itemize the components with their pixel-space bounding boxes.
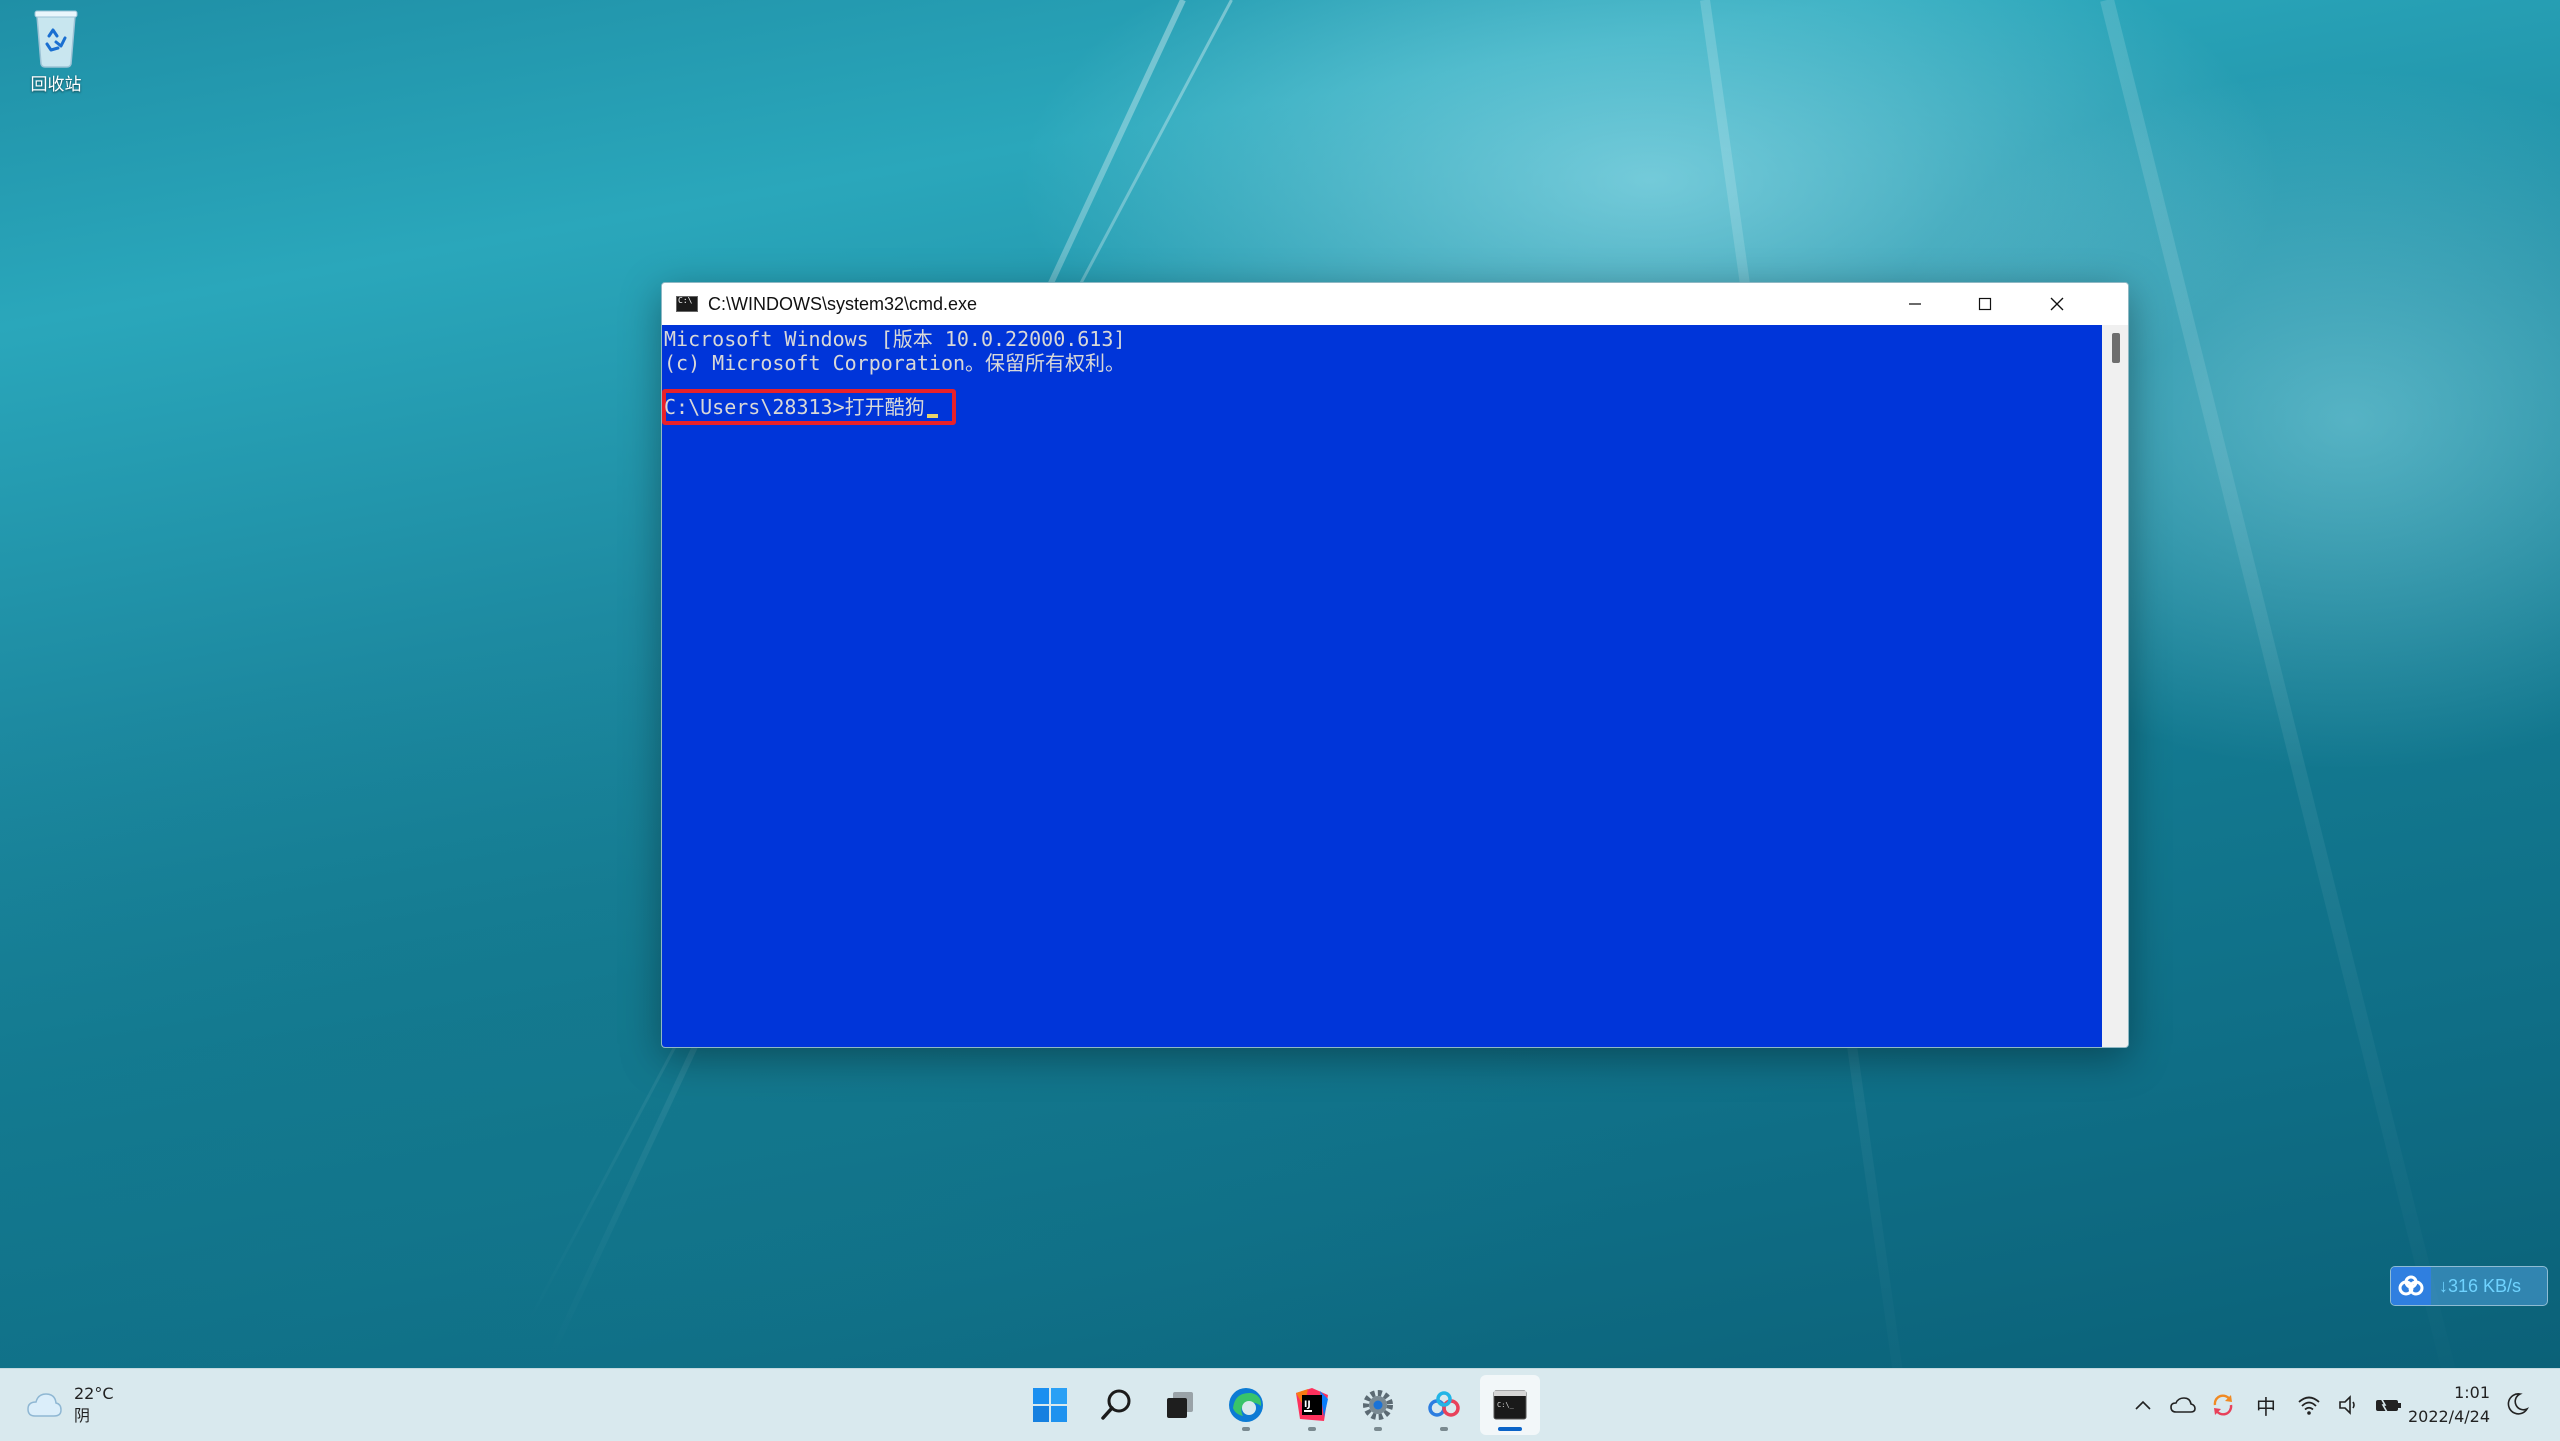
- edge-icon: [1229, 1388, 1263, 1422]
- task-view-button[interactable]: [1150, 1375, 1210, 1435]
- running-indicator: [1242, 1427, 1250, 1431]
- notification-center-button[interactable]: [2504, 1391, 2534, 1421]
- taskbar-app-edge[interactable]: [1216, 1375, 1276, 1435]
- taskbar-app-cmd[interactable]: C:\_: [1480, 1375, 1540, 1435]
- wifi-tray-button[interactable]: [2292, 1388, 2326, 1422]
- title-bar[interactable]: C:\WINDOWS\system32\cmd.exe: [662, 283, 2128, 325]
- volume-tray-button[interactable]: [2332, 1388, 2366, 1422]
- text-cursor: [926, 414, 938, 418]
- battery-tray-button[interactable]: [2372, 1388, 2406, 1422]
- running-indicator: [1374, 1427, 1382, 1431]
- ime-indicator[interactable]: 中: [2246, 1388, 2286, 1422]
- onedrive-icon: [2170, 1397, 2196, 1413]
- wifi-icon: [2298, 1396, 2320, 1415]
- netdisk-icon: [1428, 1391, 1460, 1417]
- search-icon: [1101, 1389, 1131, 1420]
- gear-icon: [1363, 1390, 1393, 1420]
- desktop: 回收站 C:\WINDOWS\system32\cmd.exe Microsof…: [0, 0, 2560, 1368]
- close-icon: [2050, 297, 2064, 311]
- scrollbar[interactable]: [2102, 325, 2128, 1047]
- network-speed-widget[interactable]: ↓316 KB/s: [2390, 1266, 2548, 1306]
- desktop-icon-label: 回收站: [30, 75, 82, 95]
- moon-icon: [2507, 1393, 2530, 1415]
- system-tray: 中: [2126, 1369, 2412, 1441]
- battery-icon: [2376, 1397, 2401, 1413]
- cmd-app-icon: [676, 296, 698, 312]
- running-indicator: [1440, 1427, 1448, 1431]
- console-line: Microsoft Windows [版本 10.0.22000.613]: [664, 327, 1126, 351]
- light-ray: [2100, 0, 2477, 1368]
- speaker-icon: [2339, 1395, 2355, 1415]
- minimize-icon: [1909, 303, 1921, 305]
- cmd-window[interactable]: C:\WINDOWS\system32\cmd.exe Microsoft Wi…: [661, 282, 2129, 1048]
- prompt-text: C:\Users\28313>打开酷狗: [664, 395, 925, 419]
- weather-condition: 阴: [74, 1406, 91, 1425]
- clock-date: 2022/4/24: [2407, 1407, 2490, 1426]
- console-output[interactable]: Microsoft Windows [版本 10.0.22000.613] (c…: [662, 325, 2102, 1047]
- taskbar-app-netdisk[interactable]: [1414, 1375, 1474, 1435]
- windows-logo-icon: [1033, 1388, 1067, 1422]
- svg-text:C:\_: C:\_: [1497, 1401, 1515, 1409]
- command-prompt[interactable]: C:\Users\28313>打开酷狗: [664, 395, 938, 419]
- clock-time: 1:01: [2454, 1383, 2490, 1402]
- close-button[interactable]: [2022, 283, 2092, 325]
- task-view-icon: [1167, 1392, 1193, 1418]
- svg-text:IJ: IJ: [1304, 1400, 1311, 1410]
- clock[interactable]: 1:01 2022/4/24: [2404, 1381, 2490, 1429]
- minimize-button[interactable]: [1880, 283, 1950, 325]
- intellij-icon: IJ: [1296, 1388, 1328, 1421]
- window-title: C:\WINDOWS\system32\cmd.exe: [708, 293, 978, 314]
- maximize-button[interactable]: [1950, 283, 2020, 325]
- desktop-icon-recycle-bin[interactable]: 回收站: [16, 6, 96, 106]
- terminal-icon: C:\_: [1493, 1390, 1527, 1420]
- maximize-icon: [1978, 297, 1992, 311]
- running-indicator: [1308, 1427, 1316, 1431]
- sync-icon: [2213, 1394, 2233, 1416]
- download-speed: ↓316 KB/s: [2439, 1275, 2522, 1296]
- sync-tray-button[interactable]: [2206, 1388, 2240, 1422]
- show-hidden-icons-button[interactable]: [2126, 1388, 2160, 1422]
- taskbar-app-intellij[interactable]: IJ: [1282, 1375, 1342, 1435]
- search-button[interactable]: [1086, 1375, 1146, 1435]
- taskbar-app-settings[interactable]: [1348, 1375, 1408, 1435]
- start-button[interactable]: [1020, 1375, 1080, 1435]
- running-indicator: [1498, 1427, 1522, 1431]
- console-line: (c) Microsoft Corporation。保留所有权利。: [664, 351, 1126, 375]
- scrollbar-thumb[interactable]: [2112, 333, 2120, 363]
- weather-widget[interactable]: 22°C 阴: [26, 1383, 114, 1427]
- recycle-bin-icon: [31, 6, 81, 68]
- netdisk-icon: [2391, 1267, 2431, 1305]
- taskbar: 22°C 阴 IJ C:\_ 中 1:01 2022/4/24: [0, 1368, 2560, 1441]
- cloud-icon: [27, 1393, 62, 1417]
- weather-temp: 22°C: [74, 1384, 114, 1403]
- chevron-up-icon: [2135, 1400, 2151, 1410]
- onedrive-tray-button[interactable]: [2166, 1388, 2200, 1422]
